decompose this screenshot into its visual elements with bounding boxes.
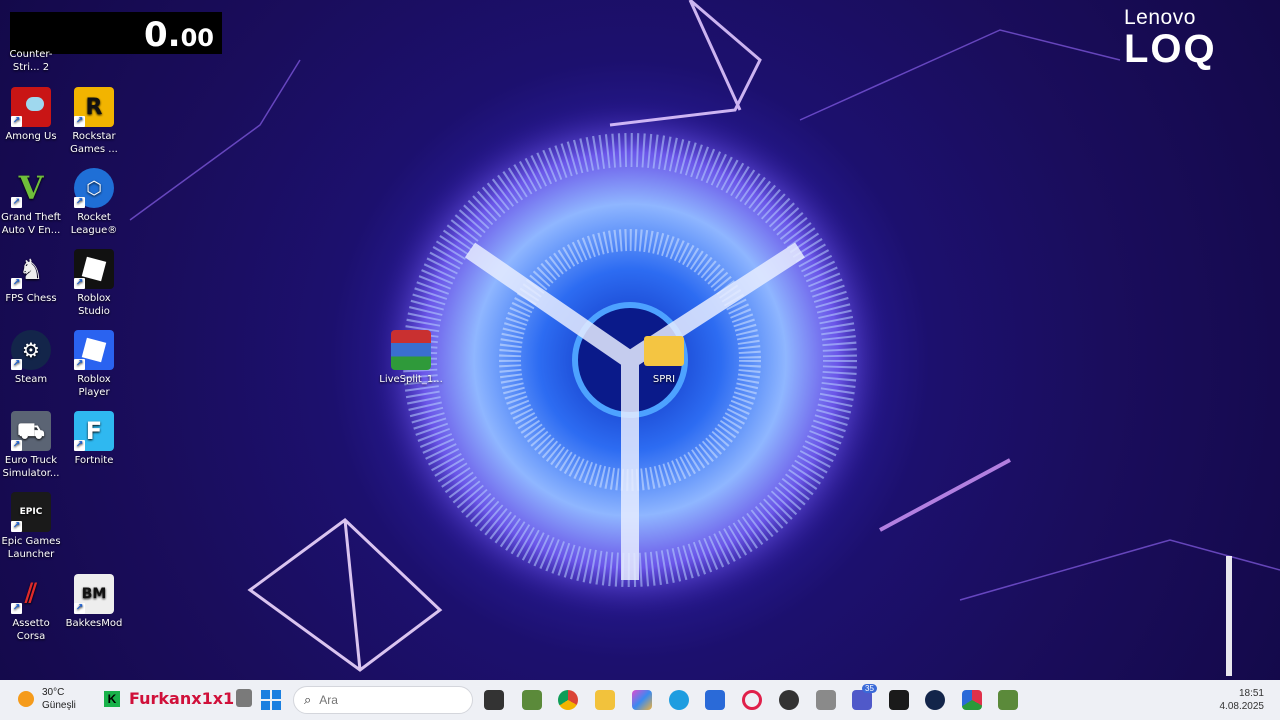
- epic-games-taskbar-icon[interactable]: [889, 690, 909, 710]
- desktop-icon-label: Grand Theft Auto V En...: [1, 212, 61, 236]
- desktop-icon-label: Epic Games Launcher: [1, 536, 61, 560]
- shortcut-arrow-icon: ↗: [74, 116, 85, 127]
- system-clock[interactable]: 18:51 4.08.2025: [1210, 687, 1265, 713]
- desktop-icon-epic-games-launcher[interactable]: EPIC ↗ Epic Games Launcher: [0, 492, 63, 561]
- epic-games-icon: EPIC ↗: [11, 492, 51, 532]
- desktop-icon-gta-v[interactable]: V ↗ Grand Theft Auto V En...: [0, 168, 63, 237]
- rocket-league-icon: ⬡ ↗: [74, 168, 114, 208]
- taskbar-search[interactable]: ⌕: [293, 686, 473, 714]
- shortcut-arrow-icon: ↗: [74, 603, 85, 614]
- opera-icon[interactable]: [742, 690, 762, 710]
- desktop-icon-euro-truck-simulator[interactable]: ⛟ ↗ Euro Truck Simulator...: [0, 411, 63, 480]
- roblox-player-icon: ↗: [74, 330, 114, 370]
- davinci-icon[interactable]: [962, 690, 982, 710]
- minecraft-icon[interactable]: [522, 690, 542, 710]
- shortcut-arrow-icon: ↗: [74, 197, 85, 208]
- copilot-icon[interactable]: [632, 690, 652, 710]
- winrar-archive-icon: [391, 330, 431, 370]
- lenovo-loq-logo: Lenovo LOQ: [1124, 6, 1217, 71]
- shortcut-arrow-icon: ↗: [11, 440, 22, 451]
- windows-start-button[interactable]: [261, 690, 281, 710]
- sun-icon: [18, 691, 34, 707]
- teams-notification-badge: 35: [862, 684, 877, 693]
- clock-time: 18:51: [1238, 688, 1264, 699]
- shortcut-arrow-icon: ↗: [11, 278, 22, 289]
- desktop-icon-roblox-player[interactable]: ↗ Roblox Player: [62, 330, 126, 399]
- taskbar: 30°C Güneşli K Furkanx1x1 ⌕ 35 18:51 4.0…: [0, 680, 1280, 720]
- minecraft-launcher-icon[interactable]: [998, 690, 1018, 710]
- shortcut-arrow-icon: ↗: [74, 359, 85, 370]
- desktop-icon-fortnite[interactable]: F ↗ Fortnite: [62, 411, 126, 467]
- roblox-studio-icon: ↗: [74, 249, 114, 289]
- microsoft-store-icon[interactable]: [705, 690, 725, 710]
- shortcut-arrow-icon: ↗: [11, 197, 22, 208]
- shortcut-arrow-icon: ↗: [74, 440, 85, 451]
- shortcut-arrow-icon: ↗: [11, 116, 22, 127]
- desktop-icon-label: Rocket League®: [70, 212, 118, 236]
- shortcut-arrow-icon: ↗: [11, 521, 22, 532]
- k-logo-icon: K: [104, 691, 120, 707]
- desktop-icon-label: Counter-Stri... 2: [9, 49, 53, 73]
- chess-knight-icon: ♞ ↗: [11, 252, 44, 289]
- desktop-icon-label: Steam: [14, 374, 48, 385]
- desktop-icon-fps-chess[interactable]: ♞ ↗ FPS Chess: [0, 249, 63, 305]
- desktop-icon-rockstar-games[interactable]: R ↗ Rockstar Games ...: [62, 87, 126, 156]
- teams-icon[interactable]: 35: [852, 684, 877, 710]
- chrome-icon[interactable]: [558, 690, 578, 710]
- desktop-icon-among-us[interactable]: ↗ Among Us: [0, 87, 63, 143]
- task-view-button[interactable]: [484, 690, 504, 710]
- among-us-icon: ↗: [11, 87, 51, 127]
- shortcut-arrow-icon: ↗: [11, 359, 22, 370]
- shortcut-arrow-icon: ↗: [74, 278, 85, 289]
- edge-icon[interactable]: [669, 690, 689, 710]
- clock-date: 4.08.2025: [1219, 701, 1265, 712]
- search-input[interactable]: [319, 693, 420, 707]
- desktop-icon-livesplit-archive[interactable]: LiveSplit_1...: [379, 330, 443, 386]
- desktop-icon-bakkesmod[interactable]: BM ↗ BakkesMod: [62, 574, 126, 630]
- desktop-icon-label: Euro Truck Simulator...: [2, 455, 60, 479]
- desktop-icon-roblox-studio[interactable]: ↗ Roblox Studio: [62, 249, 126, 318]
- desktop-icon-spri-folder[interactable]: SPRI: [632, 330, 696, 386]
- truck-icon: ⛟ ↗: [11, 411, 51, 451]
- desktop-icon-rocket-league[interactable]: ⬡ ↗ Rocket League®: [62, 168, 126, 237]
- folder-icon: [644, 336, 684, 366]
- app-icon[interactable]: [816, 690, 836, 710]
- steam-taskbar-icon[interactable]: [925, 690, 945, 710]
- desktop-icon-steam[interactable]: ⚙ ↗ Steam: [0, 330, 63, 386]
- weather-widget[interactable]: 30°C Güneşli: [18, 686, 76, 712]
- desktop-icon-label: FPS Chess: [5, 293, 57, 304]
- brand-line2: LOQ: [1124, 27, 1217, 71]
- file-explorer-icon[interactable]: [595, 690, 615, 710]
- shortcut-arrow-icon: ↗: [11, 603, 22, 614]
- desktop-icon-assetto-corsa[interactable]: ⫽ ↗ Assetto Corsa: [0, 574, 63, 643]
- timer-main: 0.: [144, 15, 181, 55]
- gta-v-icon: V ↗: [11, 168, 44, 208]
- desktop-icon-label: Rockstar Games ...: [70, 131, 118, 155]
- desktop-icon-label: Among Us: [5, 131, 57, 142]
- desktop-icon-counter-strike[interactable]: Counter-Stri... 2: [0, 48, 63, 74]
- desktop-icon-label: BakkesMod: [65, 618, 123, 629]
- desktop-icon-label: Roblox Studio: [77, 293, 111, 317]
- desktop-icon-label: SPRI: [652, 374, 676, 385]
- cat-icon: [236, 689, 252, 707]
- rockstar-games-icon: R ↗: [74, 87, 114, 127]
- weather-desc: Güneşli: [42, 700, 76, 711]
- obs-icon[interactable]: [779, 690, 799, 710]
- desktop-icon-label: Roblox Player: [77, 374, 111, 398]
- channel-name: Furkanx1x1: [129, 689, 235, 708]
- desktop-icon-label: Assetto Corsa: [12, 618, 50, 642]
- fortnite-icon: F ↗: [74, 411, 114, 451]
- weather-temp: 30°C: [42, 687, 65, 698]
- steam-icon: ⚙ ↗: [11, 330, 51, 370]
- bakkesmod-icon: BM ↗: [74, 574, 114, 614]
- desktop-icon-label: Fortnite: [74, 455, 114, 466]
- assetto-corsa-icon: ⫽ ↗: [11, 578, 37, 614]
- desktop-icon-label: LiveSplit_1...: [379, 374, 443, 385]
- timer-fraction: 00: [180, 24, 214, 52]
- search-icon: ⌕: [304, 692, 312, 707]
